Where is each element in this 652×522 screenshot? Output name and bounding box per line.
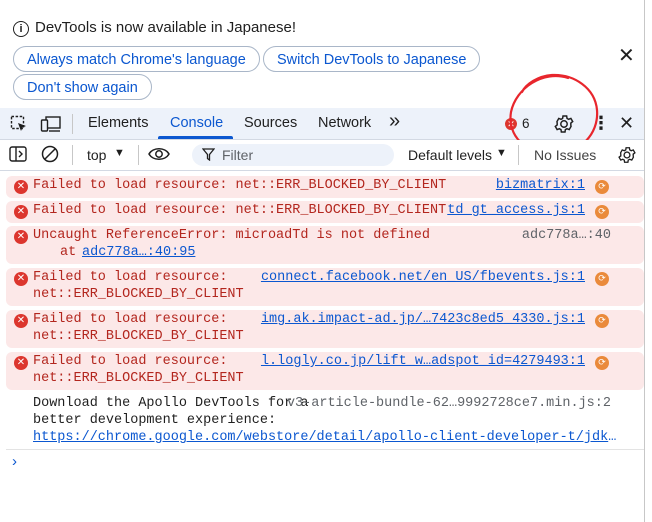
error-text: Failed to load resource: <box>33 312 228 327</box>
filter-placeholder: Filter <box>222 147 254 163</box>
source-text[interactable]: v3-article-bundle-62…9992728ce7.min.js:2 <box>287 396 611 411</box>
live-expression-eye-icon[interactable] <box>148 146 170 162</box>
active-tab-indicator <box>158 136 233 139</box>
message-divider <box>6 449 644 450</box>
toolbar-divider <box>72 145 73 165</box>
console-settings-gear-icon[interactable] <box>617 145 637 165</box>
source-link[interactable]: img.ak.impact-ad.jp/…7423c8ed5_4330.js:1 <box>261 312 585 327</box>
always-match-language-button[interactable]: Always match Chrome's language <box>13 46 260 72</box>
context-dropdown-icon[interactable]: ▼ <box>114 147 125 159</box>
error-text-line2: net::ERR_BLOCKED_BY_CLIENT <box>33 287 244 302</box>
source-link[interactable]: connect.facebook.net/en_US/fbevents.js:1 <box>261 270 585 285</box>
source-text[interactable]: adc778a…:40 <box>522 228 611 243</box>
ai-insights-icon[interactable]: ⟳ <box>595 356 609 370</box>
log-text: Download the Apollo DevTools for a <box>33 396 309 411</box>
clear-console-icon[interactable] <box>41 145 59 163</box>
switch-to-japanese-button[interactable]: Switch DevTools to Japanese <box>263 46 481 72</box>
error-text: Failed to load resource: net::ERR_BLOCKE… <box>33 178 447 193</box>
ai-insights-icon[interactable]: ⟳ <box>595 205 609 219</box>
stack-link[interactable]: adc778a…:40:95 <box>82 245 195 260</box>
stack-prefix: at <box>60 245 85 260</box>
issues-counter[interactable]: No Issues <box>534 147 596 163</box>
info-icon: i <box>13 21 29 37</box>
tab-elements[interactable]: Elements <box>88 108 148 139</box>
tab-network[interactable]: Network <box>318 108 371 139</box>
toolbar-divider <box>138 145 139 165</box>
tab-sources[interactable]: Sources <box>244 108 297 139</box>
dont-show-again-button[interactable]: Don't show again <box>13 74 152 100</box>
filter-icon <box>201 148 216 162</box>
ai-insights-icon[interactable]: ⟳ <box>595 314 609 328</box>
error-text: Failed to load resource: <box>33 270 228 285</box>
error-icon: ✕ <box>14 272 28 286</box>
close-devtools-icon[interactable]: ✕ <box>619 108 634 139</box>
error-text: Failed to load resource: net::ERR_BLOCKE… <box>33 203 447 218</box>
inspect-element-icon[interactable] <box>10 115 28 133</box>
ai-insights-icon[interactable]: ⟳ <box>595 272 609 286</box>
error-icon: ✕ <box>14 230 28 244</box>
error-icon: ✕ <box>14 314 28 328</box>
page-edge <box>644 0 652 522</box>
error-text: Uncaught ReferenceError: microadTd is no… <box>33 228 430 243</box>
toolbar-divider <box>518 145 519 165</box>
more-tabs-icon[interactable]: » <box>389 106 400 137</box>
log-text-line2: better development experience: <box>33 413 277 428</box>
error-icon: ✕ <box>14 205 28 219</box>
error-icon: ✕ <box>14 356 28 370</box>
ai-insights-icon[interactable]: ⟳ <box>595 180 609 194</box>
error-text-line2: net::ERR_BLOCKED_BY_CLIENT <box>33 329 244 344</box>
console-prompt[interactable]: › <box>12 453 17 470</box>
error-text: Failed to load resource: <box>33 354 228 369</box>
source-link[interactable]: l.logly.co.jp/lift_w…adspot_id=4279493:1 <box>261 354 585 369</box>
source-link[interactable]: bizmatrix:1 <box>496 178 585 193</box>
levels-dropdown-icon[interactable]: ▼ <box>496 147 507 159</box>
tab-console[interactable]: Console <box>170 108 223 139</box>
error-text-line2: net::ERR_BLOCKED_BY_CLIENT <box>33 371 244 386</box>
infobar-close-icon[interactable]: ✕ <box>618 46 635 66</box>
log-levels-dropdown[interactable]: Default levels <box>408 147 492 163</box>
tab-divider <box>72 114 73 134</box>
source-link[interactable]: td_gt_access.js:1 <box>447 203 585 218</box>
apollo-devtools-link[interactable]: https://chrome.google.com/webstore/detai… <box>33 430 617 445</box>
sidebar-toggle-icon[interactable] <box>9 146 27 162</box>
infobar-message: DevTools is now available in Japanese! <box>35 19 296 36</box>
error-icon: ✕ <box>14 180 28 194</box>
context-selector[interactable]: top <box>87 147 106 163</box>
device-toolbar-icon[interactable] <box>40 115 62 133</box>
